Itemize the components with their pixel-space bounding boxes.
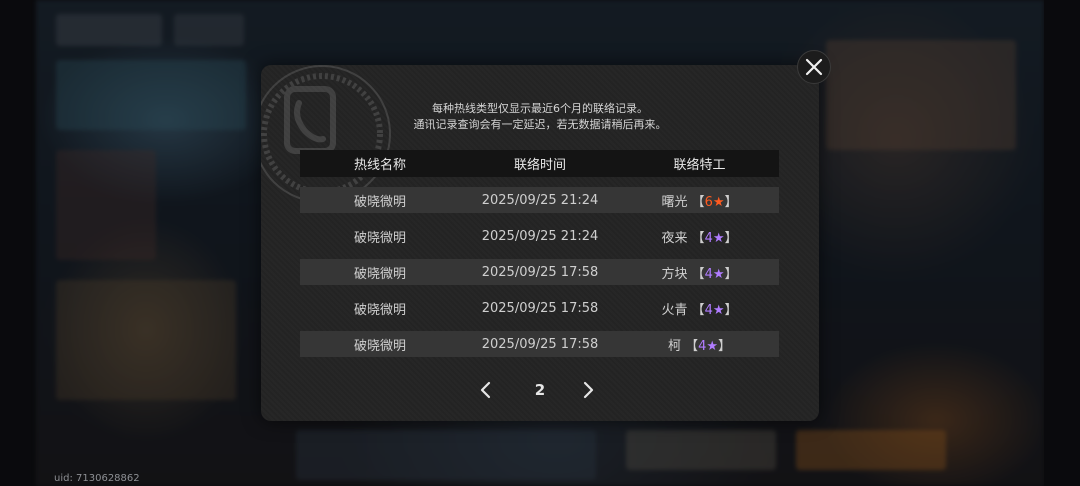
cell-agent: 柯 【4★】	[667, 338, 732, 354]
cell-agent: 火青 【4★】	[661, 302, 738, 318]
cell-time: 2025/09/25 21:24	[481, 228, 599, 244]
close-button[interactable]	[797, 50, 831, 84]
contact-table: 热线名称 联络时间 联络特工 破晓微明 2025/09/25 21:24 曙光 …	[300, 150, 779, 357]
close-icon	[805, 58, 823, 76]
agent-name: 曙光	[661, 194, 688, 210]
star-icon: ★	[712, 230, 725, 246]
cell-time: 2025/09/25 17:58	[481, 300, 599, 316]
cell-hotline: 破晓微明	[353, 194, 406, 210]
star-icon: ★	[712, 266, 725, 282]
table-header: 热线名称 联络时间 联络特工	[300, 150, 779, 177]
cell-hotline: 破晓微明	[353, 338, 406, 354]
notice-line-2: 通讯记录查询会有一定延迟，若无数据请稍后再来。	[413, 118, 667, 131]
cell-hotline: 破晓微明	[353, 230, 406, 246]
star-icon: ★	[712, 302, 725, 318]
agent-rank: 4	[704, 230, 713, 246]
table-row: 破晓微明 2025/09/25 17:58 方块 【4★】	[300, 259, 779, 285]
cell-time: 2025/09/25 17:58	[481, 336, 599, 352]
agent-name: 方块	[661, 266, 688, 282]
agent-rank: 4	[704, 266, 713, 282]
table-row: 破晓微明 2025/09/25 21:24 夜来 【4★】	[300, 223, 779, 249]
table-row: 破晓微明 2025/09/25 17:58 火青 【4★】	[300, 295, 779, 321]
header-hotline-name: 热线名称	[353, 158, 406, 173]
cell-time: 2025/09/25 17:58	[481, 264, 599, 280]
screen: uid: 7130628862 每种热线类型仅显示最近6个月的联络记录。 通讯记…	[0, 0, 1080, 486]
pagination: 2	[261, 377, 819, 403]
notice-line-1: 每种热线类型仅显示最近6个月的联络记录。	[432, 102, 648, 115]
contact-record-dialog: 每种热线类型仅显示最近6个月的联络记录。 通讯记录查询会有一定延迟，若无数据请稍…	[261, 65, 819, 421]
agent-name: 柯	[667, 338, 681, 354]
star-icon: ★	[712, 194, 725, 210]
cell-hotline: 破晓微明	[353, 266, 406, 282]
chevron-left-icon	[480, 381, 491, 399]
current-page-number: 2	[534, 381, 546, 399]
cell-time: 2025/09/25 21:24	[481, 192, 599, 208]
chevron-right-icon	[583, 381, 594, 399]
next-page-button[interactable]	[577, 379, 599, 401]
agent-rank: 6	[704, 194, 713, 210]
star-icon: ★	[706, 338, 719, 354]
table-row: 破晓微明 2025/09/25 17:58 柯 【4★】	[300, 331, 779, 357]
prev-page-button[interactable]	[475, 379, 497, 401]
cell-hotline: 破晓微明	[353, 302, 406, 318]
agent-name: 火青	[661, 302, 688, 318]
header-contact-agent: 联络特工	[673, 158, 726, 173]
cell-agent: 方块 【4★】	[661, 266, 738, 282]
table-row: 破晓微明 2025/09/25 21:24 曙光 【6★】	[300, 187, 779, 213]
agent-rank: 4	[704, 302, 713, 318]
cell-agent: 曙光 【6★】	[661, 194, 738, 210]
agent-name: 夜来	[661, 230, 688, 246]
notice-text: 每种热线类型仅显示最近6个月的联络记录。 通讯记录查询会有一定延迟，若无数据请稍…	[261, 101, 819, 133]
header-contact-time: 联络时间	[513, 158, 566, 173]
cell-agent: 夜来 【4★】	[661, 230, 738, 246]
uid-label: uid: 7130628862	[54, 473, 140, 484]
